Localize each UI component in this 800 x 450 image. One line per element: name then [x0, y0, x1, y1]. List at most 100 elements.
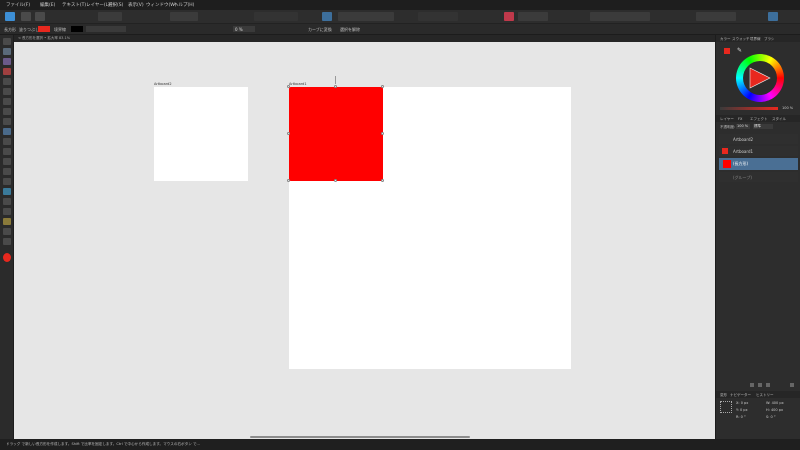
resize-handle-bl[interactable]: [287, 179, 290, 182]
transform-tabs: 変形 ナビゲーター ヒストリー: [716, 391, 800, 398]
add-layer-icon[interactable]: [750, 383, 754, 387]
mask-icon[interactable]: [766, 383, 770, 387]
menu-text[interactable]: テキスト(T): [62, 2, 86, 8]
resize-handle-r[interactable]: [381, 132, 384, 135]
shape-tool-icon[interactable]: [3, 178, 11, 185]
color-picker-icon[interactable]: [3, 68, 11, 75]
node-tool-icon[interactable]: [3, 48, 11, 55]
ellipse-tool-icon[interactable]: [3, 168, 11, 175]
snapping-icon[interactable]: [504, 12, 514, 21]
opacity-slider[interactable]: [720, 107, 778, 110]
erase-tool-icon[interactable]: [3, 128, 11, 135]
tab-history[interactable]: ヒストリー: [756, 393, 774, 398]
sync-group[interactable]: [98, 12, 122, 21]
pen-tool-icon[interactable]: [3, 98, 11, 105]
layer-row[interactable]: (グループ): [719, 172, 798, 182]
transform-r[interactable]: R: 0 °: [736, 415, 746, 419]
text-tool-icon[interactable]: [3, 188, 11, 195]
pencil-tool-icon[interactable]: [3, 108, 11, 115]
color-wheel[interactable]: [736, 54, 784, 102]
transform-s[interactable]: S: 0 °: [766, 415, 776, 419]
tab-brushes[interactable]: ブラシ: [764, 37, 774, 42]
artboard2[interactable]: [154, 87, 248, 181]
deselect-button[interactable]: 選択を解除: [340, 27, 360, 33]
resize-handle-tr[interactable]: [381, 85, 384, 88]
view-group[interactable]: [590, 12, 650, 21]
red-rectangle[interactable]: [289, 87, 383, 181]
layer-opacity-field[interactable]: 100 %: [736, 124, 750, 129]
layer-row[interactable]: Artboard2: [719, 134, 798, 144]
transform-w-value: 400 px: [771, 401, 784, 405]
resize-handle-t[interactable]: [334, 85, 337, 88]
quick-toggle-group[interactable]: [696, 12, 736, 21]
eyedropper-tool-icon[interactable]: [3, 218, 11, 225]
resize-handle-l[interactable]: [287, 132, 290, 135]
transparency-tool-icon[interactable]: [3, 88, 11, 95]
view-tool-icon[interactable]: [3, 228, 11, 235]
fill-swatch-panel[interactable]: [724, 48, 730, 54]
breadcrumb: < 長方形を選択 • 拡大率 83.1%: [14, 35, 715, 42]
layer-row-selected[interactable]: (長方形): [719, 158, 798, 170]
horizontal-scrollbar[interactable]: [250, 436, 470, 438]
tab-styles[interactable]: スタイル: [772, 117, 786, 122]
frame-text-tool-icon[interactable]: [3, 198, 11, 205]
add-group-icon[interactable]: [758, 383, 762, 387]
zoom-tool-icon[interactable]: [3, 238, 11, 245]
artboard-tool-icon[interactable]: [3, 58, 11, 65]
move-tool-icon[interactable]: [3, 38, 11, 45]
align-icon[interactable]: [322, 12, 332, 21]
resize-handle-tl[interactable]: [287, 85, 290, 88]
stroke-swatch[interactable]: [71, 26, 83, 32]
menu-view[interactable]: 表示(V): [128, 2, 144, 8]
crop-tool-icon[interactable]: [3, 138, 11, 145]
geometry-group[interactable]: [338, 12, 394, 21]
fill-tool-icon[interactable]: [3, 78, 11, 85]
menu-layer[interactable]: レイヤー(L): [86, 2, 110, 8]
boolean-group[interactable]: [418, 12, 458, 21]
context-toolbar: 長方形 塗りつぶし 境界線 0 % カーブに変換 選択を解除: [0, 24, 800, 35]
rectangle-tool-icon[interactable]: [3, 158, 11, 165]
picker-icon[interactable]: ✎: [737, 47, 742, 54]
transform-group[interactable]: [170, 12, 198, 21]
tab-layers[interactable]: レイヤー: [720, 117, 734, 122]
tab-stroke[interactable]: 境界線: [750, 37, 761, 42]
resize-handle-br[interactable]: [381, 179, 384, 182]
fill-swatch[interactable]: [38, 26, 50, 32]
transform-h-value: 400 px: [770, 408, 784, 412]
stroke-width-slider[interactable]: [86, 26, 126, 32]
resize-handle-b[interactable]: [334, 179, 337, 182]
tab-transform[interactable]: 変形: [720, 393, 727, 398]
export-persona-icon[interactable]: [35, 12, 45, 21]
vector-crop-tool-icon[interactable]: [3, 208, 11, 215]
transform-y[interactable]: Y: 0 px: [736, 408, 748, 412]
tab-color[interactable]: カラー: [720, 37, 731, 42]
menu-window[interactable]: ウィンドウ(W): [146, 2, 176, 8]
transform-h[interactable]: H: 400 px: [766, 408, 783, 412]
tab-navigator[interactable]: ナビゲーター: [730, 393, 751, 398]
menu-edit[interactable]: 編集(E): [40, 2, 55, 8]
menu-help[interactable]: ヘルプ(H): [174, 2, 194, 8]
delete-layer-icon[interactable]: [790, 383, 794, 387]
arrange-group[interactable]: [254, 12, 298, 21]
color-triangle[interactable]: [747, 65, 773, 91]
canvas[interactable]: Artboard2 Artboard1: [14, 42, 715, 439]
studio-icon[interactable]: [768, 12, 778, 21]
tab-fx[interactable]: FX: [738, 117, 742, 121]
place-tool-icon[interactable]: [3, 148, 11, 155]
menu-file[interactable]: ファイル(F): [6, 2, 30, 8]
transform-w[interactable]: W: 400 px: [766, 401, 784, 405]
fill-color-well-icon[interactable]: [3, 253, 11, 262]
snap-options-group[interactable]: [518, 12, 548, 21]
blend-mode-select[interactable]: 標準: [753, 124, 773, 129]
tab-swatches[interactable]: スウォッチ: [732, 37, 750, 42]
app-persona-icon[interactable]: [5, 12, 15, 21]
brush-tool-icon[interactable]: [3, 118, 11, 125]
anchor-selector[interactable]: [720, 401, 732, 413]
convert-button[interactable]: カーブに変換: [308, 27, 332, 33]
transform-x[interactable]: X: 0 px: [736, 401, 748, 405]
layer-row[interactable]: Artboard1: [719, 146, 798, 156]
tab-effects[interactable]: エフェクト: [750, 117, 768, 122]
pixel-persona-icon[interactable]: [21, 12, 31, 21]
layer-name: Artboard1: [733, 149, 754, 154]
menu-select[interactable]: 選択(S): [108, 2, 123, 8]
